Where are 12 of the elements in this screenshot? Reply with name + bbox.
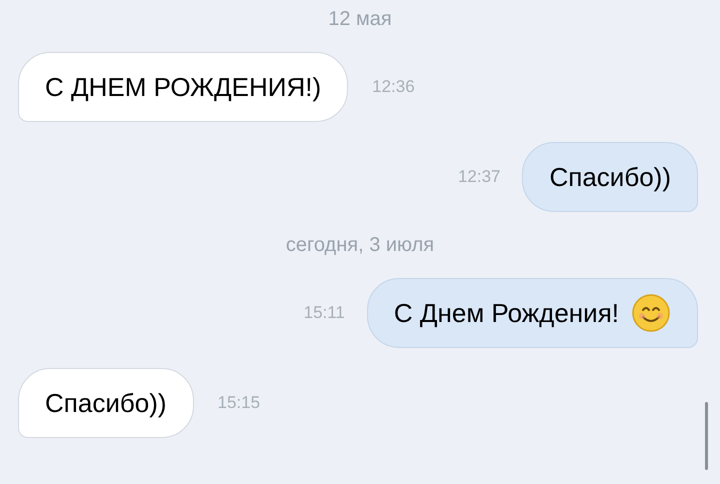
message-time: 12:37: [458, 166, 500, 188]
message-time: 15:11: [304, 302, 345, 324]
date-separator: сегодня, 3 июля: [286, 233, 434, 258]
message-time: 15:15: [218, 392, 260, 414]
message-text: Спасибо)): [45, 387, 167, 419]
smiley-icon: [631, 293, 671, 333]
message-text: С ДНЕМ РОЖДЕНИЯ!): [45, 71, 322, 103]
message-text: С Днем Рождения!: [394, 297, 619, 329]
message-text: Спасибо)): [549, 161, 671, 193]
scrollbar[interactable]: [705, 402, 708, 470]
message-time: 12:36: [372, 76, 415, 98]
date-separator: 12 мая: [328, 7, 392, 32]
